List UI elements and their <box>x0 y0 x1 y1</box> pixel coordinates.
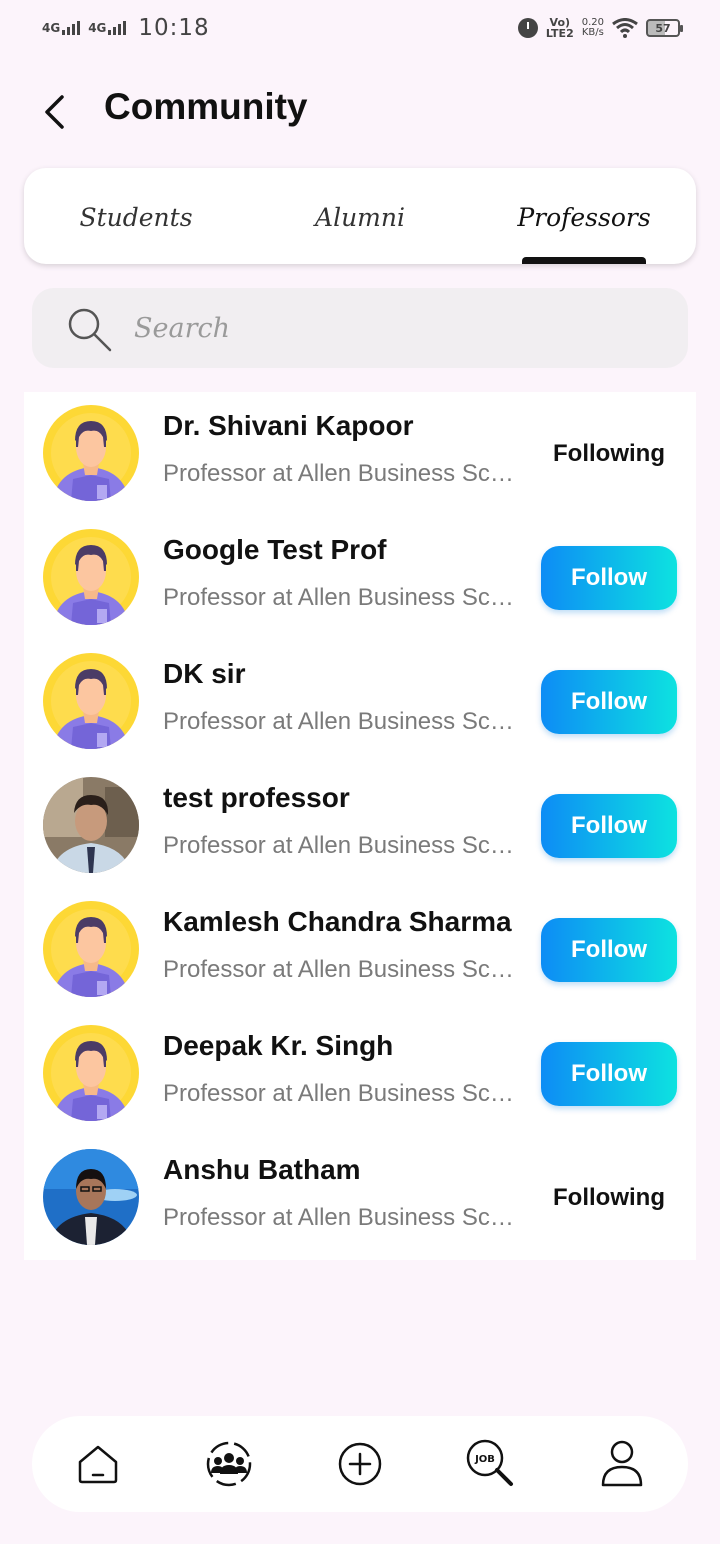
person-name: DK sir <box>163 658 246 689</box>
default-avatar-icon <box>43 405 139 501</box>
avatar <box>43 405 139 501</box>
bottom-navigation: JOB <box>32 1416 688 1512</box>
person-subtitle: Professor at Allen Business School <box>163 460 517 487</box>
signal-1: 4G <box>42 21 81 35</box>
alarm-icon <box>517 18 538 38</box>
status-bar-right: Vo) LTE2 0.20 KB/s 57 <box>517 17 683 39</box>
nav-add[interactable] <box>330 1434 390 1494</box>
lte-label: LTE2 <box>545 27 574 40</box>
person-name: Anshu Batham <box>163 1154 361 1185</box>
person-name: Deepak Kr. Singh <box>163 1030 394 1061</box>
avatar <box>43 1149 139 1245</box>
search-bar <box>32 288 688 368</box>
back-button[interactable] <box>34 88 74 136</box>
add-icon <box>338 1442 382 1486</box>
home-icon <box>78 1445 117 1484</box>
follow-button[interactable]: Follow <box>541 546 677 610</box>
list-item[interactable]: Anshu Batham Professor at Allen Business… <box>24 1136 696 1260</box>
svg-text:JOB: JOB <box>474 1454 495 1465</box>
network-speed: 0.20 KB/s <box>582 18 604 38</box>
person-subtitle: Professor at Allen Business School <box>163 708 517 735</box>
person-subtitle: Professor at Allen Business School <box>163 832 517 859</box>
network-type-label: 4G <box>42 21 61 35</box>
volte-indicator: Vo) LTE2 <box>546 17 574 39</box>
follow-button[interactable]: Follow <box>541 1042 677 1106</box>
person-name: test professor <box>163 782 350 813</box>
tab-bar: Students Alumni Professors <box>24 168 696 264</box>
list-item[interactable]: Google Test Prof Professor at Allen Busi… <box>24 516 696 640</box>
default-avatar-icon <box>43 529 139 625</box>
chevron-left-icon <box>45 95 64 129</box>
photo-avatar <box>43 777 139 873</box>
search-icon <box>68 308 112 352</box>
header: Community <box>0 80 720 140</box>
person-subtitle: Professor at Allen Business School <box>163 956 517 983</box>
wifi-icon <box>612 18 638 38</box>
follow-button[interactable]: Follow <box>541 794 677 858</box>
follow-button[interactable]: Follow <box>541 670 677 734</box>
search-input[interactable] <box>134 312 614 344</box>
nav-community[interactable] <box>199 1434 259 1494</box>
clock: 10:18 <box>138 15 210 41</box>
photo-avatar <box>43 1149 139 1245</box>
person-name: Kamlesh Chandra Sharma <box>163 906 512 937</box>
default-avatar-icon <box>43 653 139 749</box>
person-name: Dr. Shivani Kapoor <box>163 410 414 441</box>
list-item[interactable]: test professor Professor at Allen Busine… <box>24 764 696 888</box>
list-item[interactable]: Dr. Shivani Kapoor Professor at Allen Bu… <box>24 392 696 516</box>
avatar <box>43 529 139 625</box>
list-item[interactable]: Kamlesh Chandra Sharma Professor at Alle… <box>24 888 696 1012</box>
people-list: Dr. Shivani Kapoor Professor at Allen Bu… <box>24 392 696 1260</box>
person-subtitle: Professor at Allen Business School <box>163 584 517 611</box>
nav-home[interactable] <box>68 1434 128 1494</box>
signal-2: 4G <box>88 21 127 35</box>
community-icon <box>206 1441 252 1487</box>
following-button[interactable]: Following <box>534 432 684 476</box>
person-subtitle: Professor at Allen Business School <box>163 1080 517 1107</box>
avatar <box>43 653 139 749</box>
avatar <box>43 1025 139 1121</box>
battery-level: 57 <box>655 21 671 35</box>
network-type-label: 4G <box>88 21 107 35</box>
tab-professors[interactable]: Professors <box>472 168 696 264</box>
status-bar-left: 4G 4G 10:18 <box>42 15 210 41</box>
battery-icon: 57 <box>646 19 683 37</box>
tab-alumni[interactable]: Alumni <box>248 168 472 264</box>
tab-students[interactable]: Students <box>24 168 248 264</box>
speed-unit: KB/s <box>581 27 604 38</box>
status-bar: 4G 4G 10:18 Vo) LTE2 0.20 KB/s 57 <box>0 0 720 56</box>
follow-button[interactable]: Follow <box>541 918 677 982</box>
avatar <box>43 777 139 873</box>
default-avatar-icon <box>43 901 139 997</box>
default-avatar-icon <box>43 1025 139 1121</box>
avatar <box>43 901 139 997</box>
job-search-icon: JOB <box>466 1439 514 1486</box>
profile-icon <box>602 1440 643 1487</box>
signal-bars-icon <box>108 21 127 35</box>
person-subtitle: Professor at Allen Business School <box>163 1204 517 1231</box>
nav-jobs[interactable]: JOB <box>461 1434 521 1494</box>
person-name: Google Test Prof <box>163 534 387 565</box>
following-button[interactable]: Following <box>534 1176 684 1220</box>
nav-profile[interactable] <box>592 1434 652 1494</box>
list-item[interactable]: DK sir Professor at Allen Business Schoo… <box>24 640 696 764</box>
signal-bars-icon <box>62 21 81 35</box>
page-title: Community <box>104 86 308 127</box>
list-item[interactable]: Deepak Kr. Singh Professor at Allen Busi… <box>24 1012 696 1136</box>
